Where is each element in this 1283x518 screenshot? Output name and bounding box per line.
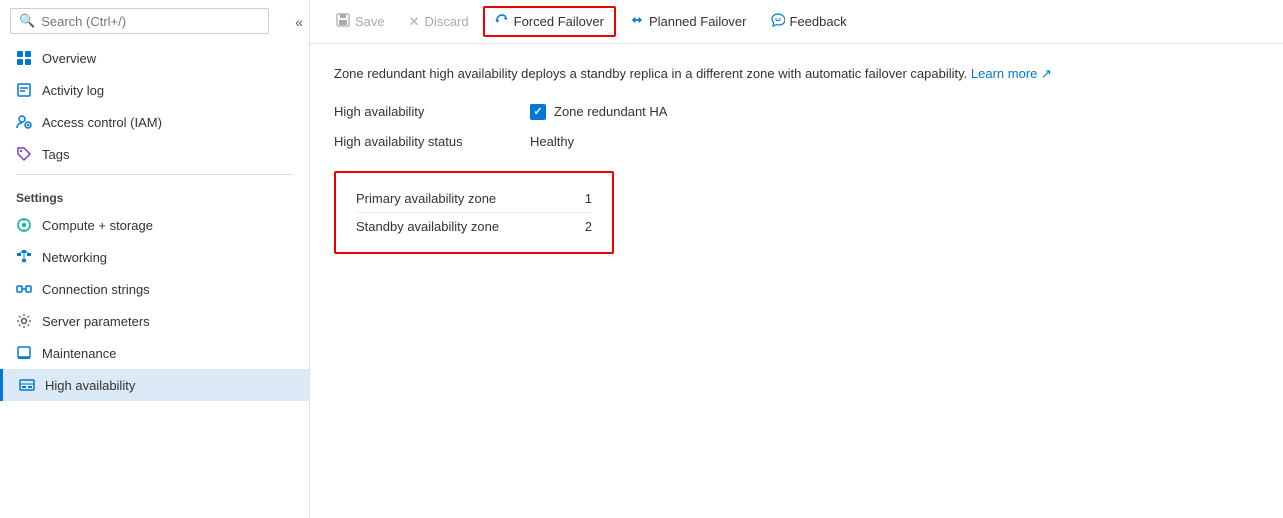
sidebar-item-connection-strings-label: Connection strings xyxy=(42,282,150,297)
sidebar-item-compute-storage[interactable]: Compute + storage xyxy=(0,209,309,241)
sidebar-item-networking[interactable]: Networking xyxy=(0,241,309,273)
ha-checkbox[interactable] xyxy=(530,104,546,120)
discard-label: Discard xyxy=(425,14,469,29)
ha-status-value: Healthy xyxy=(530,134,574,149)
connection-strings-icon xyxy=(16,281,32,297)
forced-failover-icon xyxy=(495,13,509,30)
toolbar: Save ✕ Discard Forced Failover xyxy=(310,0,1283,44)
sidebar-item-tags[interactable]: Tags xyxy=(0,138,309,170)
settings-section-header: Settings xyxy=(0,179,309,209)
ha-label: High availability xyxy=(334,104,514,119)
primary-zone-label: Primary availability zone xyxy=(356,191,496,206)
settings-divider xyxy=(16,174,293,175)
ha-status-text: Healthy xyxy=(530,134,574,149)
sidebar-item-overview[interactable]: Overview xyxy=(0,42,309,74)
availability-zones-box: Primary availability zone 1 Standby avai… xyxy=(334,171,614,254)
discard-icon: ✕ xyxy=(409,14,420,30)
sidebar-item-activity-log-label: Activity log xyxy=(42,83,104,98)
forced-failover-button[interactable]: Forced Failover xyxy=(483,6,616,37)
ha-status-label: High availability status xyxy=(334,134,514,149)
sidebar-item-networking-label: Networking xyxy=(42,250,107,265)
standby-zone-row: Standby availability zone 2 xyxy=(356,212,592,240)
standby-zone-label: Standby availability zone xyxy=(356,219,499,234)
collapse-button[interactable]: « xyxy=(289,10,309,34)
iam-icon xyxy=(16,114,32,130)
sidebar-item-iam-label: Access control (IAM) xyxy=(42,115,162,130)
sidebar: 🔍 « Overview Activity log xyxy=(0,0,310,518)
standby-zone-value: 2 xyxy=(585,219,592,234)
feedback-button[interactable]: Feedback xyxy=(761,8,857,35)
search-input[interactable] xyxy=(41,14,260,29)
sidebar-item-connection-strings[interactable]: Connection strings xyxy=(0,273,309,305)
save-button[interactable]: Save xyxy=(326,8,395,35)
sidebar-item-access-control[interactable]: Access control (IAM) xyxy=(0,106,309,138)
ha-value: Zone redundant HA xyxy=(530,104,667,120)
discard-button[interactable]: ✕ Discard xyxy=(399,9,479,35)
content-area: Zone redundant high availability deploys… xyxy=(310,44,1283,518)
sidebar-item-maintenance-label: Maintenance xyxy=(42,346,116,361)
high-availability-icon xyxy=(19,377,35,393)
info-description: Zone redundant high availability deploys… xyxy=(334,64,1259,84)
compute-icon xyxy=(16,217,32,233)
ha-checkbox-label: Zone redundant HA xyxy=(554,104,667,119)
primary-zone-row: Primary availability zone 1 xyxy=(356,185,592,212)
sidebar-item-server-parameters[interactable]: Server parameters xyxy=(0,305,309,337)
sidebar-item-overview-label: Overview xyxy=(42,51,96,66)
tags-icon xyxy=(16,146,32,162)
feedback-icon xyxy=(771,13,785,30)
activity-log-icon xyxy=(16,82,32,98)
sidebar-item-high-availability[interactable]: High availability xyxy=(0,369,309,401)
server-params-icon xyxy=(16,313,32,329)
primary-zone-value: 1 xyxy=(585,191,592,206)
planned-failover-label: Planned Failover xyxy=(649,14,747,29)
save-label: Save xyxy=(355,14,385,29)
sidebar-item-high-availability-label: High availability xyxy=(45,378,135,393)
planned-failover-button[interactable]: Planned Failover xyxy=(620,8,757,35)
ha-status-field: High availability status Healthy xyxy=(334,134,1259,149)
networking-icon xyxy=(16,249,32,265)
overview-icon xyxy=(16,50,32,66)
sidebar-item-activity-log[interactable]: Activity log xyxy=(0,74,309,106)
sidebar-item-maintenance[interactable]: Maintenance xyxy=(0,337,309,369)
sidebar-item-tags-label: Tags xyxy=(42,147,69,162)
feedback-label: Feedback xyxy=(790,14,847,29)
save-icon xyxy=(336,13,350,30)
forced-failover-label: Forced Failover xyxy=(514,14,604,29)
sidebar-item-compute-label: Compute + storage xyxy=(42,218,153,233)
search-box[interactable]: 🔍 xyxy=(10,8,269,34)
planned-failover-icon xyxy=(630,13,644,30)
maintenance-icon xyxy=(16,345,32,361)
learn-more-link[interactable]: Learn more ↗ xyxy=(971,66,1052,81)
sidebar-item-server-params-label: Server parameters xyxy=(42,314,150,329)
search-icon: 🔍 xyxy=(19,13,35,29)
high-availability-field: High availability Zone redundant HA xyxy=(334,104,1259,120)
main-panel: Save ✕ Discard Forced Failover xyxy=(310,0,1283,518)
